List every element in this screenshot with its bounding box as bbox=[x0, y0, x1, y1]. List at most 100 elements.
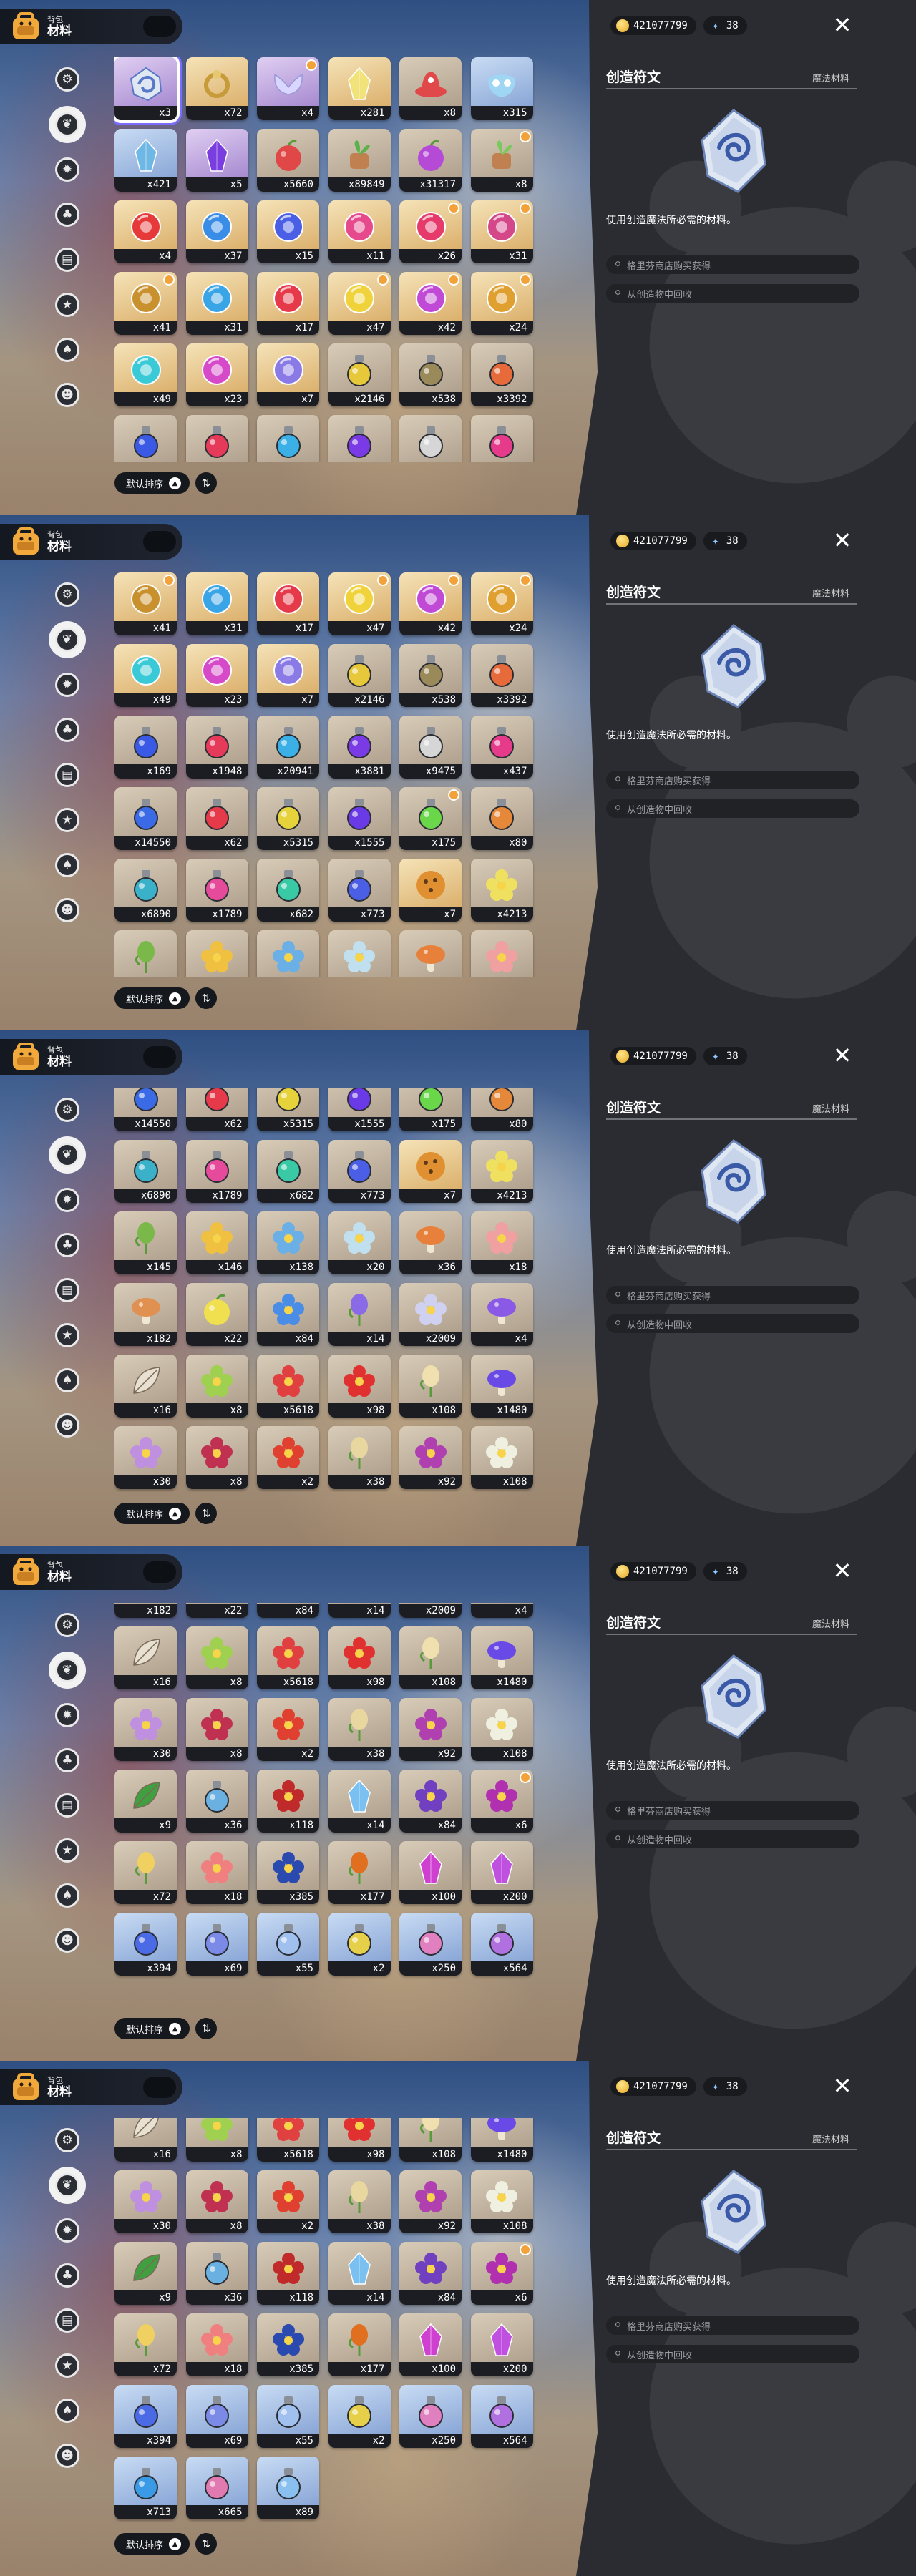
item-slot[interactable]: x8 bbox=[185, 2118, 248, 2162]
item-slot[interactable]: x18 bbox=[185, 2313, 248, 2376]
item-slot[interactable]: x5660 bbox=[257, 129, 319, 192]
close-icon[interactable]: ✕ bbox=[830, 1043, 854, 1068]
item-slot[interactable]: x36 bbox=[185, 2242, 248, 2305]
item-slot[interactable]: x177 bbox=[328, 2313, 391, 2376]
category-tab-5[interactable]: ▤ bbox=[49, 241, 86, 278]
item-slot[interactable]: x24 bbox=[470, 572, 533, 635]
item-slot[interactable]: x14550 bbox=[114, 1088, 177, 1131]
item-slot[interactable]: x17 bbox=[257, 572, 319, 635]
source-row-shop[interactable]: ⚲ 格里芬商店购买获得 bbox=[606, 255, 859, 274]
item-slot[interactable]: x20941 bbox=[257, 415, 319, 462]
item-slot[interactable]: x118 bbox=[257, 1770, 319, 1833]
category-tab-5[interactable]: ▤ bbox=[49, 756, 86, 794]
item-slot[interactable]: x1948 bbox=[185, 415, 248, 462]
item-slot[interactable]: x100 bbox=[399, 2313, 462, 2376]
item-slot[interactable]: x6890 bbox=[114, 1140, 177, 1203]
source-row-recycle[interactable]: ⚲ 从创造物中回收 bbox=[606, 1830, 859, 1848]
item-slot[interactable]: x5315 bbox=[257, 787, 319, 850]
item-slot[interactable]: x138 bbox=[257, 1211, 319, 1274]
item-slot[interactable]: x8 bbox=[470, 129, 533, 192]
item-slot[interactable]: x14550 bbox=[114, 787, 177, 850]
sort-order-toggle[interactable]: ⇅ bbox=[195, 1503, 218, 1524]
close-icon[interactable]: ✕ bbox=[830, 1558, 854, 1583]
item-slot[interactable]: x421 bbox=[114, 129, 177, 192]
category-tab-8[interactable]: ☻ bbox=[49, 2437, 86, 2474]
item-slot[interactable]: x4213 bbox=[470, 1140, 533, 1203]
item-slot[interactable]: x1789 bbox=[185, 1140, 248, 1203]
category-tab-7[interactable]: ♠ bbox=[49, 331, 86, 369]
back-button[interactable] bbox=[143, 1561, 176, 1583]
item-slot[interactable]: x8 bbox=[185, 1426, 248, 1489]
sort-dropdown[interactable]: 默认排序 ▲ bbox=[114, 2018, 190, 2039]
item-slot[interactable]: x4 bbox=[114, 200, 177, 263]
item-slot[interactable]: x200 bbox=[470, 2313, 533, 2376]
item-slot[interactable]: x89 bbox=[257, 2457, 319, 2519]
category-tab-4[interactable]: ♣ bbox=[49, 196, 86, 233]
category-tab-7[interactable]: ♠ bbox=[49, 847, 86, 884]
item-slot[interactable]: x100 bbox=[399, 1841, 462, 1904]
item-slot[interactable]: x564 bbox=[470, 2385, 533, 2448]
item-slot[interactable]: x38 bbox=[328, 1426, 391, 1489]
item-slot[interactable]: x55 bbox=[257, 1913, 319, 1976]
item-slot[interactable]: x5 bbox=[185, 129, 248, 192]
item-slot[interactable]: x80 bbox=[470, 787, 533, 850]
item-slot[interactable]: x26 bbox=[399, 200, 462, 263]
sort-order-toggle[interactable]: ⇅ bbox=[195, 472, 218, 494]
back-button[interactable] bbox=[143, 2077, 176, 2098]
item-slot[interactable]: x47 bbox=[328, 572, 391, 635]
item-slot[interactable]: x18 bbox=[470, 1211, 533, 1274]
category-tab-1[interactable]: ⚙ bbox=[49, 2122, 86, 2159]
item-slot[interactable]: x37 bbox=[185, 200, 248, 263]
item-slot[interactable]: x665 bbox=[185, 2457, 248, 2519]
item-slot[interactable]: x5315 bbox=[257, 1088, 319, 1131]
item-slot[interactable]: x6 bbox=[470, 1770, 533, 1833]
item-slot[interactable]: x8 bbox=[185, 1355, 248, 1418]
category-tab-3[interactable]: ✹ bbox=[49, 666, 86, 703]
item-slot[interactable]: x98 bbox=[328, 1355, 391, 1418]
item-grid-viewport[interactable]: x3 x72 x4 x281 x8 x315 x421 x5 x5660 x89849 x31317… bbox=[114, 57, 544, 462]
source-row-shop[interactable]: ⚲ 格里芬商店购买获得 bbox=[606, 771, 859, 789]
category-tab-2[interactable]: ❦ bbox=[49, 2167, 86, 2204]
item-slot[interactable]: x182 bbox=[114, 1603, 177, 1618]
category-tab-6[interactable]: ★ bbox=[49, 1317, 86, 1354]
item-grid-viewport[interactable]: x182 x22 x84 x14 x2009 x4 x16 x8 x5618 x98 x108 x14… bbox=[114, 1603, 544, 2007]
category-tab-4[interactable]: ♣ bbox=[49, 2257, 86, 2294]
source-row-recycle[interactable]: ⚲ 从创造物中回收 bbox=[606, 2345, 859, 2363]
item-slot[interactable]: x2146 bbox=[328, 343, 391, 406]
item-slot[interactable]: x2 bbox=[257, 1426, 319, 1489]
item-slot[interactable]: x5618 bbox=[257, 1626, 319, 1689]
item-slot[interactable]: x177 bbox=[328, 1841, 391, 1904]
item-slot[interactable]: x182 bbox=[114, 1283, 177, 1346]
item-slot[interactable]: x682 bbox=[257, 1140, 319, 1203]
item-slot[interactable]: x108 bbox=[399, 2118, 462, 2162]
item-slot[interactable]: x1480 bbox=[470, 1355, 533, 1418]
item-slot[interactable]: x14 bbox=[328, 1603, 391, 1618]
item-slot[interactable]: x145 bbox=[114, 930, 177, 977]
item-slot[interactable]: x30 bbox=[114, 1698, 177, 1761]
item-slot[interactable]: x22 bbox=[185, 1603, 248, 1618]
item-slot[interactable]: x49 bbox=[114, 644, 177, 707]
category-tab-4[interactable]: ♣ bbox=[49, 1742, 86, 1779]
item-slot[interactable]: x92 bbox=[399, 1698, 462, 1761]
source-row-recycle[interactable]: ⚲ 从创造物中回收 bbox=[606, 799, 859, 818]
item-slot[interactable]: x281 bbox=[328, 57, 391, 120]
item-slot[interactable]: x108 bbox=[470, 1426, 533, 1489]
item-slot[interactable]: x108 bbox=[470, 1698, 533, 1761]
item-slot[interactable]: x773 bbox=[328, 859, 391, 922]
sort-dropdown[interactable]: 默认排序 ▲ bbox=[114, 1503, 190, 1524]
item-slot[interactable]: x5618 bbox=[257, 2118, 319, 2162]
back-button[interactable] bbox=[143, 1046, 176, 1068]
category-tab-2[interactable]: ❦ bbox=[49, 106, 86, 143]
close-icon[interactable]: ✕ bbox=[830, 2074, 854, 2098]
item-slot[interactable]: x89849 bbox=[328, 129, 391, 192]
category-tab-6[interactable]: ★ bbox=[49, 801, 86, 839]
item-slot[interactable]: x713 bbox=[114, 2457, 177, 2519]
item-slot[interactable]: x15 bbox=[257, 200, 319, 263]
item-slot[interactable]: x36 bbox=[185, 1770, 248, 1833]
close-icon[interactable]: ✕ bbox=[830, 13, 854, 37]
item-slot[interactable]: x8 bbox=[185, 1698, 248, 1761]
category-tab-4[interactable]: ♣ bbox=[49, 1226, 86, 1264]
item-slot[interactable]: x250 bbox=[399, 2385, 462, 2448]
item-slot[interactable]: x3392 bbox=[470, 644, 533, 707]
item-slot[interactable]: x315 bbox=[470, 57, 533, 120]
